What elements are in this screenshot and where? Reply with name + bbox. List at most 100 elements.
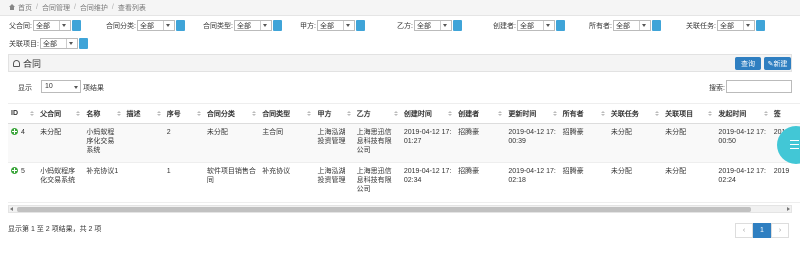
scroll-left-icon[interactable]: [10, 207, 13, 211]
sort-icon: [552, 111, 557, 117]
filter-related-task: 关联任务: 全部: [686, 19, 765, 32]
sort-icon: [30, 111, 35, 117]
table-row[interactable]: 5 小蚂蚁程序化交易系统 补充协议1 1 软件项目销售合同 补充协议 上海泓湖投…: [8, 162, 800, 203]
chevron-down-icon: [58, 21, 68, 30]
filter-apply-button[interactable]: [175, 20, 185, 31]
breadcrumb-contract-maintenance[interactable]: 合同维护: [80, 3, 108, 13]
table-row[interactable]: 4 未分配 小蚂蚁程序化交易系统 2 未分配 主合同 上海泓湖投资管理 上海思迅…: [8, 123, 800, 163]
table-toolbar: 显示 10 项结果 搜索:: [8, 80, 792, 94]
filter-contract-category: 合同分类: 全部: [106, 19, 185, 32]
filter-select[interactable]: 全部: [233, 20, 272, 31]
search-input[interactable]: [726, 80, 792, 93]
filter-select[interactable]: 全部: [32, 20, 71, 31]
contract-table: ID 父合同 名称 描述 序号 合同分类 合同类型 甲方 乙方 创建时间 创建者…: [8, 103, 800, 203]
panel-title: 合同: [13, 57, 41, 70]
cell-party-a: 上海泓湖投资管理: [314, 162, 354, 203]
cell-party-a: 上海泓湖投资管理: [314, 123, 354, 163]
expand-row-icon[interactable]: [11, 128, 18, 135]
column-header-party-a[interactable]: 甲方: [314, 103, 354, 124]
filter-owner: 所有者: 全部: [589, 19, 661, 32]
sort-icon: [498, 111, 503, 117]
cell-category: 未分配: [203, 123, 260, 163]
column-header-initiated-at[interactable]: 发起时间: [715, 103, 771, 124]
cell-updated-at: 2019-04-12 17:00:39: [505, 123, 560, 163]
filter-apply-button[interactable]: [555, 20, 565, 31]
column-header-party-b[interactable]: 乙方: [353, 103, 401, 124]
search-label: 搜索:: [709, 85, 725, 92]
filter-select[interactable]: 全部: [316, 20, 355, 31]
breadcrumb-contract-management[interactable]: 合同管理: [42, 3, 70, 13]
cell-name: 小蚂蚁程序化交易系统: [83, 123, 124, 163]
cell-related-task: 未分配: [607, 162, 663, 203]
column-header-description[interactable]: 描述: [123, 103, 164, 124]
filter-label: 父合同:: [9, 22, 32, 30]
page-length-select[interactable]: 10: [41, 80, 81, 93]
column-header-created-at[interactable]: 创建时间: [400, 103, 456, 124]
column-header-type[interactable]: 合同类型: [259, 103, 315, 124]
cell-type: 补充协议: [259, 162, 315, 203]
table-header-row: ID 父合同 名称 描述 序号 合同分类 合同类型 甲方 乙方 创建时间 创建者…: [8, 103, 800, 124]
column-header-updated-at[interactable]: 更新时间: [505, 103, 560, 124]
cell-creator: 招腾豪: [455, 162, 506, 203]
column-header-signed[interactable]: 签: [770, 103, 800, 124]
page-button-1[interactable]: 1: [753, 223, 771, 238]
filter-select[interactable]: 全部: [612, 20, 651, 31]
horizontal-scrollbar[interactable]: [8, 205, 792, 213]
cell-sequence: 1: [163, 162, 204, 203]
expand-row-icon[interactable]: [11, 167, 18, 174]
chevron-down-icon: [638, 21, 648, 30]
filter-apply-button[interactable]: [755, 20, 765, 31]
filter-apply-button[interactable]: [272, 20, 282, 31]
cell-type: 主合同: [259, 123, 315, 163]
filter-label: 关联任务:: [686, 22, 716, 30]
cell-owner: 招腾豪: [559, 123, 608, 163]
sort-icon: [76, 111, 81, 117]
column-header-creator[interactable]: 创建者: [455, 103, 506, 124]
panel-header: 合同 查询 ✎ 新建: [8, 54, 792, 72]
filter-select[interactable]: 全部: [716, 20, 755, 31]
filter-select[interactable]: 全部: [39, 38, 78, 49]
home-icon[interactable]: [8, 4, 16, 11]
column-header-id[interactable]: ID: [8, 103, 38, 124]
sort-icon: [252, 111, 257, 117]
filter-parent-contract: 父合同: 全部: [9, 19, 81, 32]
sort-icon: [156, 111, 161, 117]
filter-select[interactable]: 全部: [516, 20, 555, 31]
column-header-name[interactable]: 名称: [83, 103, 124, 124]
cell-party-b: 上海思迅信息科技有限公司: [353, 162, 401, 203]
scrollbar-thumb[interactable]: [17, 207, 751, 212]
cell-related-project: 未分配: [662, 123, 716, 163]
scroll-right-icon[interactable]: [787, 207, 790, 211]
prev-page-button[interactable]: ‹: [735, 223, 753, 238]
sort-icon: [600, 111, 605, 117]
breadcrumb-separator: /: [36, 4, 38, 11]
cell-initiated-at: 2019-04-12 17:00:50: [715, 123, 771, 163]
filter-apply-button[interactable]: [452, 20, 462, 31]
filter-select[interactable]: 全部: [413, 20, 452, 31]
filter-row-1: 父合同: 全部 合同分类: 全部 合同类型: 全部 甲方: 全部 乙方: 全部 …: [0, 19, 800, 32]
sort-icon: [393, 111, 398, 117]
filter-apply-button[interactable]: [78, 38, 88, 49]
column-header-sequence[interactable]: 序号: [163, 103, 204, 124]
column-header-category[interactable]: 合同分类: [203, 103, 260, 124]
filter-label: 创建者:: [493, 22, 516, 30]
filter-select[interactable]: 全部: [136, 20, 175, 31]
column-header-related-project[interactable]: 关联项目: [662, 103, 716, 124]
filter-apply-button[interactable]: [651, 20, 661, 31]
show-label: 显示: [18, 85, 32, 92]
column-header-parent-contract[interactable]: 父合同: [37, 103, 84, 124]
cell-party-b: 上海思迅信息科技有限公司: [353, 123, 401, 163]
breadcrumb-home[interactable]: 首页: [18, 3, 32, 13]
query-button[interactable]: 查询: [735, 57, 761, 70]
filter-apply-button[interactable]: [71, 20, 81, 31]
new-button[interactable]: ✎ 新建: [764, 57, 791, 70]
column-header-related-task[interactable]: 关联任务: [607, 103, 663, 124]
filter-label: 所有者:: [589, 22, 612, 30]
chevron-down-icon: [162, 21, 172, 30]
next-page-button[interactable]: ›: [771, 223, 789, 238]
column-header-owner[interactable]: 所有者: [559, 103, 608, 124]
cell-signed: 2019: [770, 162, 800, 203]
chevron-down-icon: [542, 21, 552, 30]
filter-apply-button[interactable]: [355, 20, 365, 31]
cell-id: 4: [8, 123, 38, 163]
